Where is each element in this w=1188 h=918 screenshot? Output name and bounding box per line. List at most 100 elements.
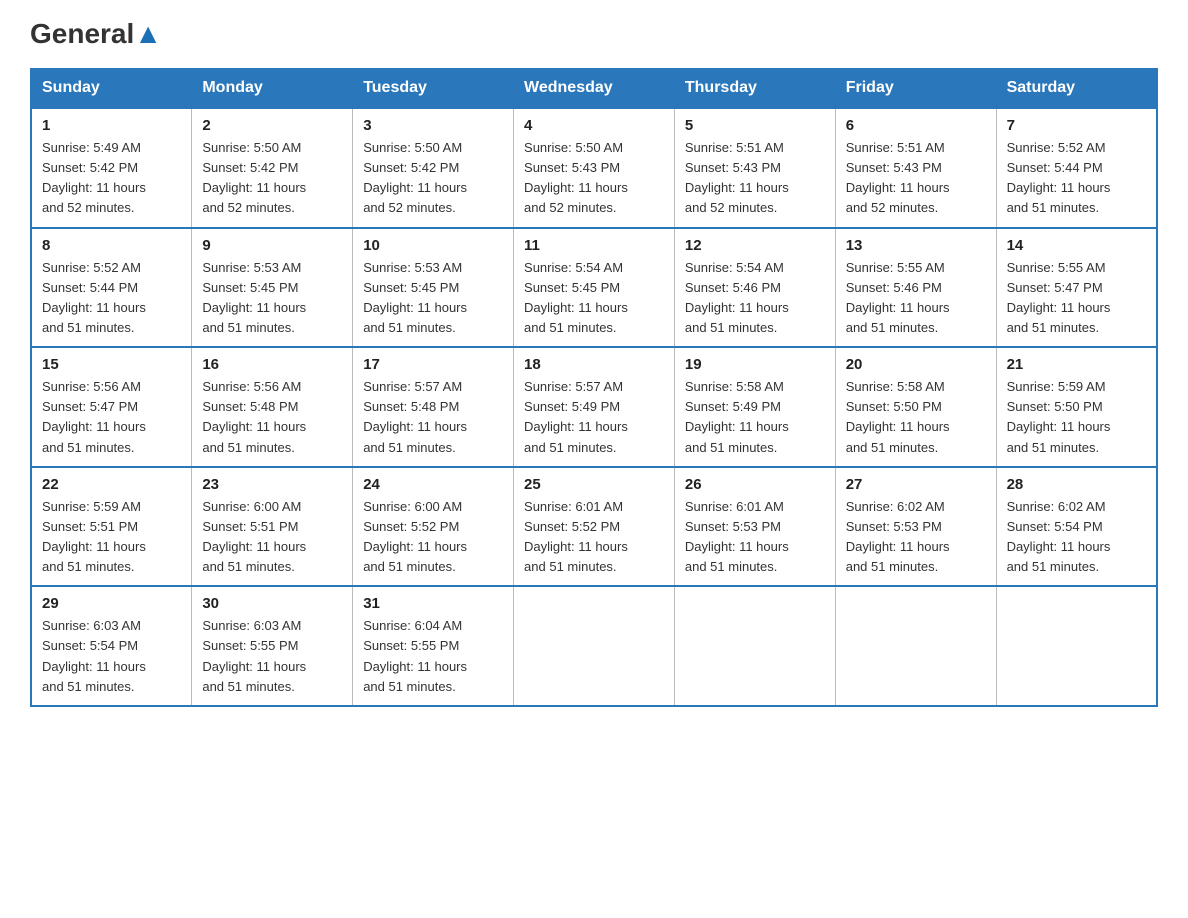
day-cell: 15 Sunrise: 5:56 AMSunset: 5:47 PMDaylig…: [31, 347, 192, 467]
day-number: 12: [685, 237, 825, 254]
day-info: Sunrise: 6:02 AMSunset: 5:54 PMDaylight:…: [1007, 499, 1111, 574]
day-info: Sunrise: 5:50 AMSunset: 5:42 PMDaylight:…: [363, 140, 467, 215]
day-cell: [674, 586, 835, 706]
day-info: Sunrise: 5:53 AMSunset: 5:45 PMDaylight:…: [202, 260, 306, 335]
day-number: 30: [202, 595, 342, 612]
day-cell: 1 Sunrise: 5:49 AMSunset: 5:42 PMDayligh…: [31, 108, 192, 228]
header-row: SundayMondayTuesdayWednesdayThursdayFrid…: [31, 69, 1157, 109]
logo: General▲: [30, 20, 162, 50]
day-cell: 9 Sunrise: 5:53 AMSunset: 5:45 PMDayligh…: [192, 228, 353, 348]
day-cell: 24 Sunrise: 6:00 AMSunset: 5:52 PMDaylig…: [353, 467, 514, 587]
header-cell-saturday: Saturday: [996, 69, 1157, 109]
day-cell: 19 Sunrise: 5:58 AMSunset: 5:49 PMDaylig…: [674, 347, 835, 467]
calendar-table: SundayMondayTuesdayWednesdayThursdayFrid…: [30, 68, 1158, 707]
day-info: Sunrise: 6:00 AMSunset: 5:51 PMDaylight:…: [202, 499, 306, 574]
day-cell: 6 Sunrise: 5:51 AMSunset: 5:43 PMDayligh…: [835, 108, 996, 228]
day-info: Sunrise: 5:54 AMSunset: 5:46 PMDaylight:…: [685, 260, 789, 335]
day-cell: 2 Sunrise: 5:50 AMSunset: 5:42 PMDayligh…: [192, 108, 353, 228]
day-number: 4: [524, 117, 664, 134]
day-cell: 21 Sunrise: 5:59 AMSunset: 5:50 PMDaylig…: [996, 347, 1157, 467]
day-number: 21: [1007, 356, 1146, 373]
day-cell: 22 Sunrise: 5:59 AMSunset: 5:51 PMDaylig…: [31, 467, 192, 587]
day-cell: 28 Sunrise: 6:02 AMSunset: 5:54 PMDaylig…: [996, 467, 1157, 587]
day-number: 5: [685, 117, 825, 134]
day-info: Sunrise: 6:02 AMSunset: 5:53 PMDaylight:…: [846, 499, 950, 574]
day-info: Sunrise: 5:51 AMSunset: 5:43 PMDaylight:…: [685, 140, 789, 215]
day-cell: 13 Sunrise: 5:55 AMSunset: 5:46 PMDaylig…: [835, 228, 996, 348]
day-info: Sunrise: 5:50 AMSunset: 5:42 PMDaylight:…: [202, 140, 306, 215]
day-number: 26: [685, 476, 825, 493]
day-number: 22: [42, 476, 181, 493]
day-number: 16: [202, 356, 342, 373]
header-cell-thursday: Thursday: [674, 69, 835, 109]
day-info: Sunrise: 5:56 AMSunset: 5:48 PMDaylight:…: [202, 379, 306, 454]
day-info: Sunrise: 5:57 AMSunset: 5:49 PMDaylight:…: [524, 379, 628, 454]
day-info: Sunrise: 6:03 AMSunset: 5:55 PMDaylight:…: [202, 618, 306, 693]
week-row-2: 8 Sunrise: 5:52 AMSunset: 5:44 PMDayligh…: [31, 228, 1157, 348]
day-cell: [514, 586, 675, 706]
day-cell: 3 Sunrise: 5:50 AMSunset: 5:42 PMDayligh…: [353, 108, 514, 228]
day-number: 19: [685, 356, 825, 373]
week-row-5: 29 Sunrise: 6:03 AMSunset: 5:54 PMDaylig…: [31, 586, 1157, 706]
day-number: 3: [363, 117, 503, 134]
header-cell-wednesday: Wednesday: [514, 69, 675, 109]
day-cell: [996, 586, 1157, 706]
day-number: 2: [202, 117, 342, 134]
day-info: Sunrise: 5:52 AMSunset: 5:44 PMDaylight:…: [1007, 140, 1111, 215]
logo-arrow-icon: ▲: [134, 18, 162, 49]
day-cell: 7 Sunrise: 5:52 AMSunset: 5:44 PMDayligh…: [996, 108, 1157, 228]
day-info: Sunrise: 5:50 AMSunset: 5:43 PMDaylight:…: [524, 140, 628, 215]
day-info: Sunrise: 5:53 AMSunset: 5:45 PMDaylight:…: [363, 260, 467, 335]
day-cell: 30 Sunrise: 6:03 AMSunset: 5:55 PMDaylig…: [192, 586, 353, 706]
day-info: Sunrise: 5:57 AMSunset: 5:48 PMDaylight:…: [363, 379, 467, 454]
day-info: Sunrise: 6:03 AMSunset: 5:54 PMDaylight:…: [42, 618, 146, 693]
day-cell: 16 Sunrise: 5:56 AMSunset: 5:48 PMDaylig…: [192, 347, 353, 467]
day-number: 25: [524, 476, 664, 493]
day-info: Sunrise: 5:55 AMSunset: 5:47 PMDaylight:…: [1007, 260, 1111, 335]
day-cell: 12 Sunrise: 5:54 AMSunset: 5:46 PMDaylig…: [674, 228, 835, 348]
day-info: Sunrise: 6:01 AMSunset: 5:52 PMDaylight:…: [524, 499, 628, 574]
logo-general-text: General▲: [30, 20, 162, 48]
day-cell: 25 Sunrise: 6:01 AMSunset: 5:52 PMDaylig…: [514, 467, 675, 587]
day-cell: 23 Sunrise: 6:00 AMSunset: 5:51 PMDaylig…: [192, 467, 353, 587]
week-row-3: 15 Sunrise: 5:56 AMSunset: 5:47 PMDaylig…: [31, 347, 1157, 467]
header-cell-sunday: Sunday: [31, 69, 192, 109]
week-row-4: 22 Sunrise: 5:59 AMSunset: 5:51 PMDaylig…: [31, 467, 1157, 587]
calendar-body: 1 Sunrise: 5:49 AMSunset: 5:42 PMDayligh…: [31, 108, 1157, 706]
day-number: 15: [42, 356, 181, 373]
day-info: Sunrise: 5:54 AMSunset: 5:45 PMDaylight:…: [524, 260, 628, 335]
week-row-1: 1 Sunrise: 5:49 AMSunset: 5:42 PMDayligh…: [31, 108, 1157, 228]
day-cell: 31 Sunrise: 6:04 AMSunset: 5:55 PMDaylig…: [353, 586, 514, 706]
day-cell: 20 Sunrise: 5:58 AMSunset: 5:50 PMDaylig…: [835, 347, 996, 467]
calendar-header: SundayMondayTuesdayWednesdayThursdayFrid…: [31, 69, 1157, 109]
day-cell: [835, 586, 996, 706]
day-number: 7: [1007, 117, 1146, 134]
day-number: 11: [524, 237, 664, 254]
page-header: General▲: [30, 20, 1158, 50]
day-number: 6: [846, 117, 986, 134]
day-cell: 18 Sunrise: 5:57 AMSunset: 5:49 PMDaylig…: [514, 347, 675, 467]
day-cell: 29 Sunrise: 6:03 AMSunset: 5:54 PMDaylig…: [31, 586, 192, 706]
day-number: 10: [363, 237, 503, 254]
day-info: Sunrise: 5:55 AMSunset: 5:46 PMDaylight:…: [846, 260, 950, 335]
day-info: Sunrise: 5:56 AMSunset: 5:47 PMDaylight:…: [42, 379, 146, 454]
header-cell-friday: Friday: [835, 69, 996, 109]
day-info: Sunrise: 5:52 AMSunset: 5:44 PMDaylight:…: [42, 260, 146, 335]
day-number: 1: [42, 117, 181, 134]
day-cell: 5 Sunrise: 5:51 AMSunset: 5:43 PMDayligh…: [674, 108, 835, 228]
day-number: 14: [1007, 237, 1146, 254]
day-info: Sunrise: 5:58 AMSunset: 5:49 PMDaylight:…: [685, 379, 789, 454]
day-cell: 17 Sunrise: 5:57 AMSunset: 5:48 PMDaylig…: [353, 347, 514, 467]
day-number: 24: [363, 476, 503, 493]
day-info: Sunrise: 5:58 AMSunset: 5:50 PMDaylight:…: [846, 379, 950, 454]
day-info: Sunrise: 5:49 AMSunset: 5:42 PMDaylight:…: [42, 140, 146, 215]
day-number: 29: [42, 595, 181, 612]
day-cell: 11 Sunrise: 5:54 AMSunset: 5:45 PMDaylig…: [514, 228, 675, 348]
header-cell-tuesday: Tuesday: [353, 69, 514, 109]
day-number: 20: [846, 356, 986, 373]
day-number: 9: [202, 237, 342, 254]
day-cell: 14 Sunrise: 5:55 AMSunset: 5:47 PMDaylig…: [996, 228, 1157, 348]
day-cell: 4 Sunrise: 5:50 AMSunset: 5:43 PMDayligh…: [514, 108, 675, 228]
day-info: Sunrise: 5:59 AMSunset: 5:50 PMDaylight:…: [1007, 379, 1111, 454]
day-info: Sunrise: 5:51 AMSunset: 5:43 PMDaylight:…: [846, 140, 950, 215]
